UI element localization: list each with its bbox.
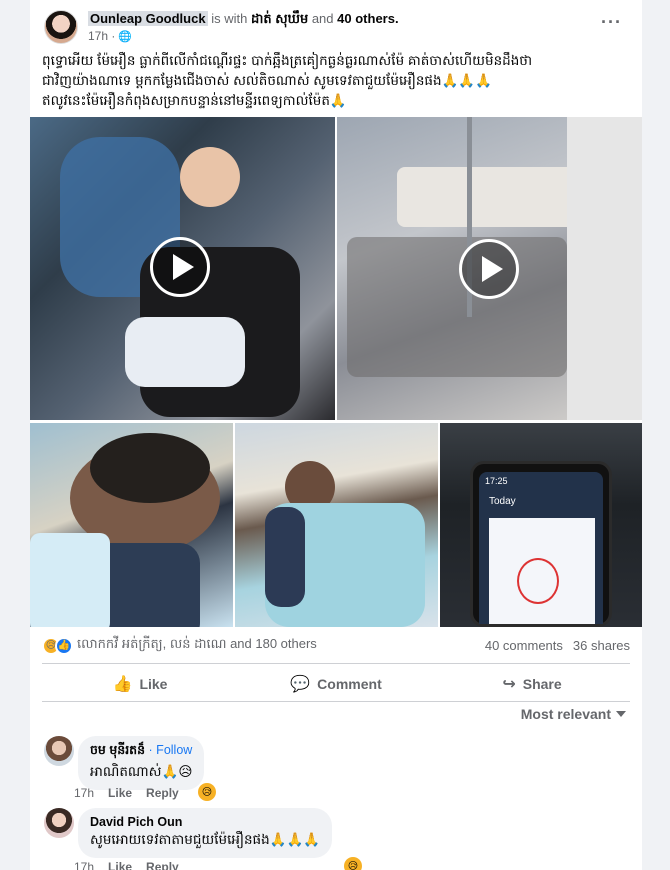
comment-meta: 17h Like Reply — [74, 860, 179, 870]
sort-label: Most relevant — [520, 706, 611, 722]
post-stats: 😥 👍 លោកកវី អត់ក្រីត្យ, លន់ ដាណេ and 180 … — [42, 636, 630, 658]
post-actions: 👍 Like 💬 Comment ↪ Share — [42, 668, 630, 700]
thumbs-up-icon: 👍 — [112, 676, 133, 693]
play-icon[interactable] — [459, 239, 519, 299]
post-text-line: ជាវិញយ៉ាងណាទេ ម្ដកកម្លែងជើងចាស់ សល់តិចណា… — [42, 73, 493, 88]
comment-time[interactable]: 17h — [74, 860, 94, 870]
photo-tile[interactable]: 17:25 Today — [440, 423, 642, 627]
commenter-avatar[interactable] — [44, 808, 74, 838]
author-name[interactable]: Ounleap Goodluck — [88, 11, 208, 26]
phone-title: Today — [489, 496, 516, 507]
comment-text: អាណិតណាស់🙏😥 — [90, 764, 193, 779]
comment-icon: 💬 — [290, 676, 311, 693]
photo-tile[interactable] — [30, 423, 233, 627]
post-text-line: ពុទ្ធោអើយ ម៉ែអឿន ធ្លាក់ពីលើកាំជណ្ដើរផ្ទះ… — [42, 53, 533, 68]
share-label: Share — [522, 676, 562, 692]
comments-count[interactable]: 40 comments — [485, 638, 563, 653]
share-button[interactable]: ↪ Share — [434, 668, 630, 700]
more-options-icon[interactable]: ··· — [601, 12, 622, 33]
post-text-line: ឥលូវនេះម៉ែអឿនកំពុងសម្រាកបន្ទាន់នៅមន្ទីរព… — [42, 93, 347, 108]
post-header: Ounleap Goodluck is with ដាត់ សុឃឹម and … — [44, 10, 628, 44]
reaction-names[interactable]: លោកកវី អត់ក្រីត្យ, លន់ ដាណេ and 180 othe… — [77, 636, 317, 655]
comment-reply-link[interactable]: Reply — [146, 786, 179, 800]
post-card: Ounleap Goodluck is with ដាត់ សុឃឹម and … — [30, 0, 642, 870]
commenter-name[interactable]: ចម មុនីរតន៏ — [90, 743, 145, 757]
reactions-summary[interactable]: 😥 👍 លោកកវី អត់ក្រីត្យ, លន់ ដាណេ and 180 … — [42, 636, 317, 655]
post-meta: 17h · 🌐 — [88, 29, 132, 43]
like-label: Like — [139, 676, 168, 692]
like-reaction-icon: 👍 — [55, 636, 73, 655]
chevron-down-icon — [616, 711, 626, 717]
globe-icon: 🌐 — [118, 30, 133, 43]
comment-bubble: ចម មុនីរតន៏ · Follow អាណិតណាស់🙏😥 — [78, 736, 205, 790]
comment-bubble: David Pich Oun សូមអោយទេវតាតាមជួយម៉ែអឿនផង… — [78, 808, 333, 858]
divider — [42, 701, 630, 702]
comment-text: សូមអោយទេវតាតាមជួយម៉ែអឿនផង🙏🙏🙏 — [90, 832, 321, 847]
comment-sort-dropdown[interactable]: Most relevant — [521, 706, 626, 722]
commenter-avatar[interactable] — [44, 736, 74, 766]
shares-count[interactable]: 36 shares — [573, 638, 630, 653]
author-line: Ounleap Goodluck is with ដាត់ សុឃឹម and … — [88, 11, 399, 30]
play-icon[interactable] — [150, 237, 210, 297]
commenter-name[interactable]: David Pich Oun — [90, 815, 320, 829]
sad-reaction-icon[interactable]: 😥 — [198, 783, 216, 801]
like-button[interactable]: 👍 Like — [42, 668, 238, 700]
comment-label: Comment — [317, 676, 382, 692]
comment-time[interactable]: 17h — [74, 786, 94, 800]
comment-like-link[interactable]: Like — [108, 786, 132, 800]
video-tile[interactable] — [337, 117, 642, 420]
comment-like-link[interactable]: Like — [108, 860, 132, 870]
photo-tile[interactable] — [235, 423, 438, 627]
follow-link[interactable]: · Follow — [149, 743, 193, 757]
tagged-name[interactable]: ដាត់ សុឃឹម — [251, 11, 308, 26]
media-grid: 17:25 Today — [30, 117, 642, 627]
with-text: is with — [211, 11, 248, 26]
sad-reaction-icon[interactable]: 😥 — [344, 857, 362, 870]
share-icon: ↪ — [502, 676, 516, 693]
post-text: ពុទ្ធោអើយ ម៉ែអឿន ធ្លាក់ពីលើកាំជណ្ដើរផ្ទះ… — [42, 51, 630, 111]
and-text: and — [311, 11, 334, 26]
phone-time: 17:25 — [485, 476, 508, 486]
comment-button[interactable]: 💬 Comment — [238, 668, 434, 700]
comment-reply-link[interactable]: Reply — [146, 860, 179, 870]
divider — [42, 663, 630, 664]
video-tile[interactable] — [30, 117, 335, 420]
phone-image: 17:25 Today — [470, 461, 612, 627]
post-time[interactable]: 17h · — [88, 29, 115, 43]
comment-meta: 17h Like Reply — [74, 786, 179, 800]
others-link[interactable]: 40 others. — [337, 11, 398, 26]
author-avatar[interactable] — [44, 10, 78, 44]
